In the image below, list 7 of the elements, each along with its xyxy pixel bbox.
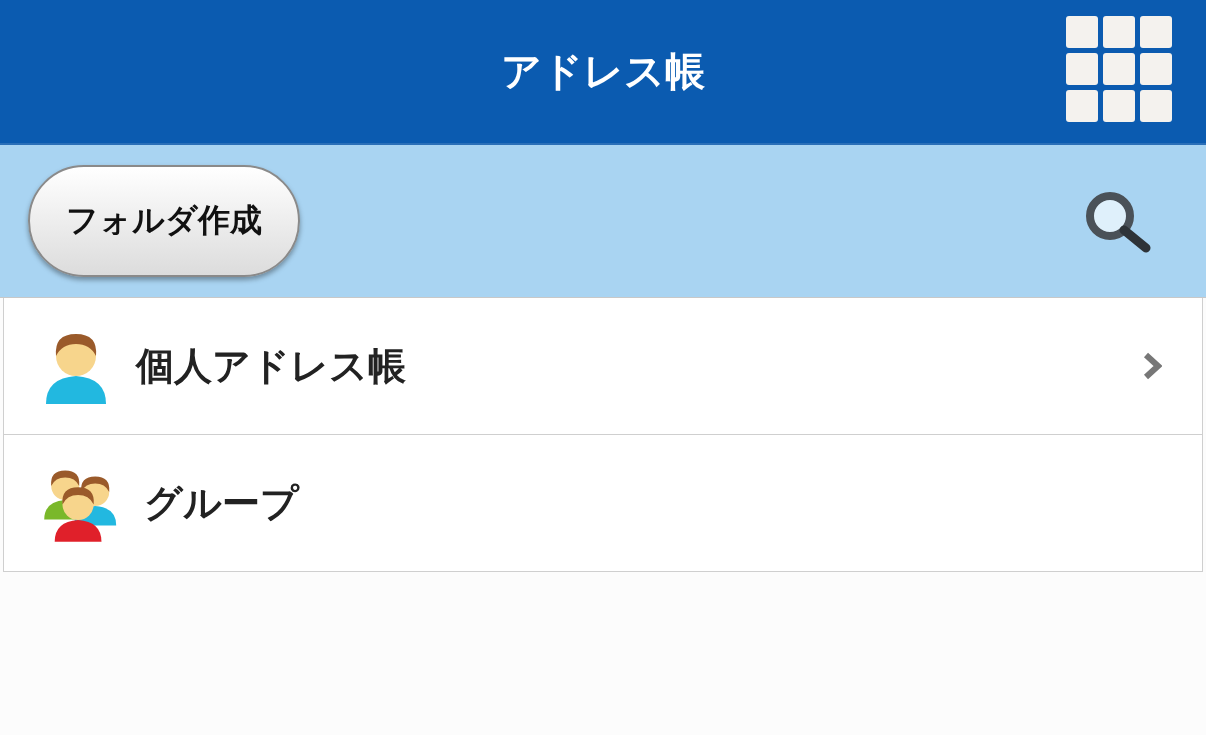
list-item[interactable]: 個人アドレス帳 bbox=[3, 298, 1203, 435]
list-item[interactable]: グループ bbox=[3, 435, 1203, 572]
create-folder-button[interactable]: フォルダ作成 bbox=[28, 165, 300, 277]
page-title: アドレス帳 bbox=[501, 47, 705, 96]
item-label: 個人アドレス帳 bbox=[136, 342, 407, 390]
item-label: グループ bbox=[144, 479, 301, 527]
grid-menu-icon[interactable] bbox=[1066, 16, 1172, 124]
